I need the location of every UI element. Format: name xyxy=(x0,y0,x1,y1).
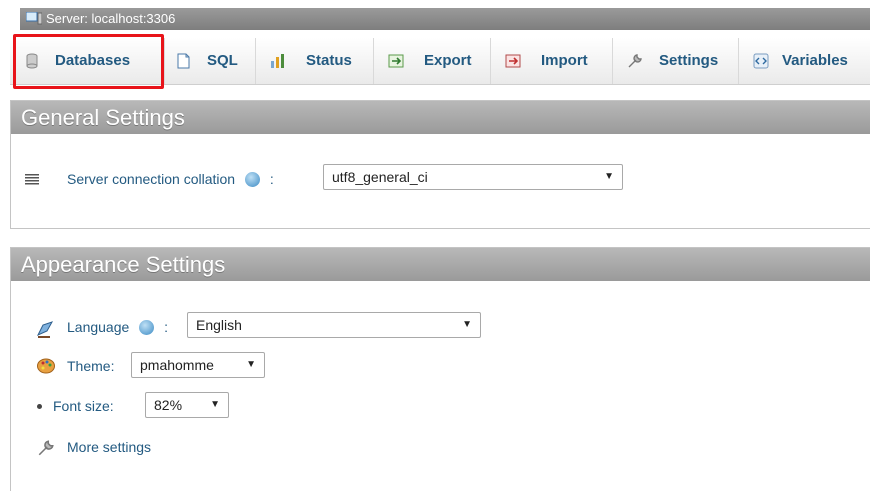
collation-select[interactable]: utf8_general_ci ▼ xyxy=(323,164,623,190)
language-value: English xyxy=(196,317,242,333)
tab-label: Status xyxy=(306,52,352,69)
tab-label: Import xyxy=(541,52,588,69)
list-icon xyxy=(25,174,39,185)
tab-sql[interactable]: SQL xyxy=(165,38,256,84)
tab-label: Settings xyxy=(659,52,719,69)
general-settings-panel: General Settings Server connection colla… xyxy=(10,100,870,229)
language-select[interactable]: English ▼ xyxy=(187,312,481,338)
wrench-icon xyxy=(38,440,54,456)
palette-icon xyxy=(37,358,55,374)
tab-label: Export xyxy=(424,52,472,69)
chevron-down-icon: ▼ xyxy=(246,359,256,370)
general-settings-title: General Settings xyxy=(11,101,870,134)
export-icon xyxy=(388,54,404,68)
fontsize-select[interactable]: 82% ▼ xyxy=(145,392,229,418)
chevron-down-icon: ▼ xyxy=(462,319,472,330)
appearance-settings-panel: Appearance Settings Language : English ▼… xyxy=(10,247,870,491)
tab-label: SQL xyxy=(207,52,238,69)
tab-label: Variables xyxy=(782,52,848,69)
server-icon xyxy=(26,12,42,25)
theme-select[interactable]: pmahomme ▼ xyxy=(131,352,265,378)
chevron-down-icon: ▼ xyxy=(604,171,614,182)
language-row: Language : xyxy=(67,318,168,335)
theme-label: Theme: xyxy=(67,358,115,374)
help-icon[interactable] xyxy=(245,171,260,187)
wrench-icon xyxy=(628,54,642,68)
status-icon xyxy=(271,54,284,68)
appearance-settings-title: Appearance Settings xyxy=(11,248,870,281)
colon: : xyxy=(164,319,168,336)
tab-settings[interactable]: Settings xyxy=(613,38,739,84)
variables-icon xyxy=(753,53,769,69)
tab-status[interactable]: Status xyxy=(256,38,374,84)
server-label: Server: localhost:3306 xyxy=(46,11,176,26)
import-icon xyxy=(505,54,521,68)
collation-value: utf8_general_ci xyxy=(332,169,428,185)
colon: : xyxy=(269,171,274,188)
fontsize-value: 82% xyxy=(154,397,183,413)
sql-icon xyxy=(177,53,190,69)
fontsize-label: Font size: xyxy=(53,398,114,414)
collation-row: Server connection collation : xyxy=(67,170,274,187)
language-icon xyxy=(36,321,54,338)
collation-label: Server connection collation xyxy=(67,171,236,188)
server-breadcrumb[interactable]: Server: localhost:3306 xyxy=(20,8,870,30)
tab-import[interactable]: Import xyxy=(491,38,613,84)
more-settings-link[interactable]: More settings xyxy=(67,439,151,455)
language-label: Language xyxy=(67,319,130,336)
help-icon[interactable] xyxy=(139,319,155,335)
theme-value: pmahomme xyxy=(140,357,214,373)
tab-export[interactable]: Export xyxy=(374,38,491,84)
bullet-icon xyxy=(37,404,42,409)
chevron-down-icon: ▼ xyxy=(210,399,220,410)
databases-highlight-box xyxy=(13,34,164,89)
tab-variables[interactable]: Variables xyxy=(739,38,870,84)
